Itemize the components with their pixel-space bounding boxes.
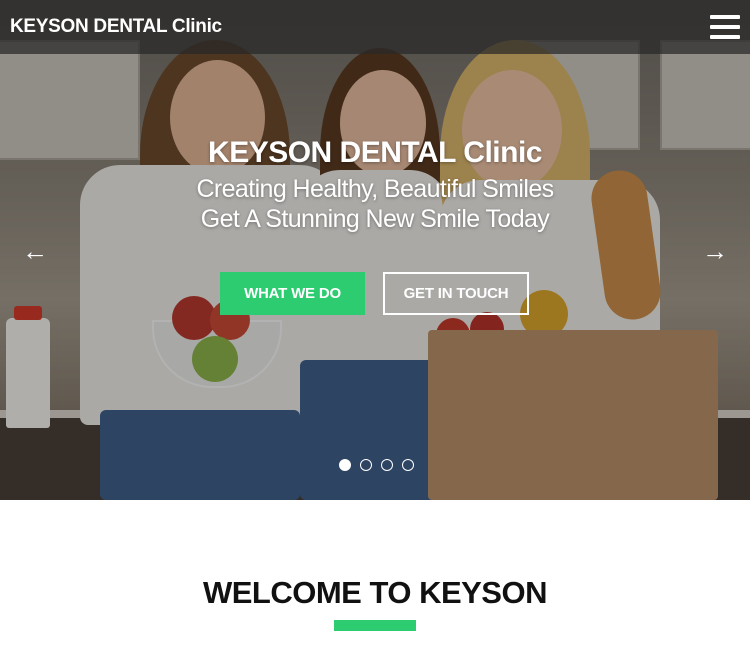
what-we-do-button[interactable]: WHAT WE DO <box>220 272 365 315</box>
slide-indicators <box>339 459 414 471</box>
arrow-right-icon[interactable]: → <box>702 236 728 266</box>
heading-underline <box>334 620 416 631</box>
hamburger-menu-icon[interactable] <box>710 15 740 39</box>
menu-bar <box>710 15 740 19</box>
slide-dot-2[interactable] <box>360 459 372 471</box>
hero-subtitle-line-1: Creating Healthy, Beautiful Smiles <box>196 175 554 203</box>
welcome-heading: WELCOME TO KEYSON <box>202 575 548 610</box>
arrow-left-icon[interactable]: ← <box>22 236 48 266</box>
slide-dot-3[interactable] <box>381 459 393 471</box>
hero-overlay <box>0 0 750 500</box>
menu-bar <box>710 25 740 29</box>
slide-dot-4[interactable] <box>402 459 414 471</box>
hero-title: KEYSON DENTAL Clinic <box>208 136 542 169</box>
hero-slider: KEYSON DENTAL Clinic Creating Healthy, B… <box>0 0 750 500</box>
get-in-touch-button[interactable]: GET IN TOUCH <box>383 272 529 315</box>
top-navbar: KEYSON DENTAL Clinic <box>0 0 750 54</box>
slide-dot-1[interactable] <box>339 459 351 471</box>
brand-logo-text[interactable]: KEYSON DENTAL Clinic <box>10 16 222 38</box>
hero-subtitle-line-2: Get A Stunning New Smile Today <box>200 205 550 233</box>
menu-bar <box>710 35 740 39</box>
